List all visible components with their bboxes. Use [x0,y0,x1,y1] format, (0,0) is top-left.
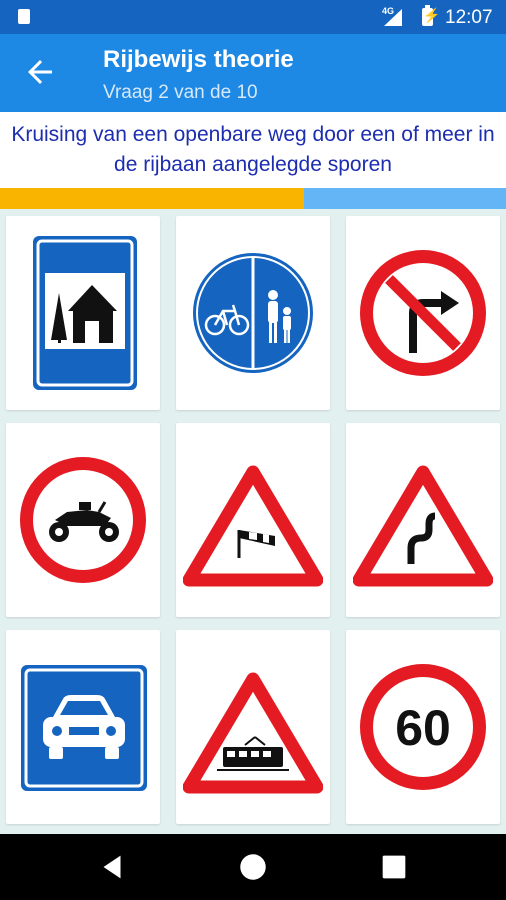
answer-option-2[interactable] [176,216,330,410]
back-arrow-icon[interactable] [22,54,58,90]
bicycle-pedestrian-path-sign-icon [190,250,316,376]
status-time: 12:07 [445,7,493,28]
motor-road-sign-icon [21,665,147,791]
app-title: Rijbewijs theorie [103,46,294,73]
answer-option-4[interactable] [6,423,160,617]
answer-option-1[interactable] [6,216,160,410]
sim-card-icon [18,9,30,24]
answer-option-6[interactable] [346,423,500,617]
no-quad-sign-icon [20,457,146,583]
progress-bar [0,188,506,209]
question-counter: Vraag 2 van de 10 [103,82,258,103]
question-text: Kruising van een openbare weg door een o… [0,112,506,188]
answer-option-5[interactable] [176,423,330,617]
holiday-house-sign-icon [33,236,137,390]
charging-icon: ⚡ [423,7,441,23]
speed-limit-value: 60 [395,700,451,756]
double-bend-warning-sign-icon [353,465,493,587]
home-nav-icon[interactable] [236,850,270,884]
progress-fill [0,188,304,209]
answer-option-9[interactable]: 60 [346,630,500,824]
network-type: 4G [382,6,395,16]
answer-option-7[interactable] [6,630,160,824]
answer-option-3[interactable] [346,216,500,410]
system-nav-bar [0,834,506,900]
back-nav-icon[interactable] [95,850,129,884]
side-wind-warning-sign-icon [183,465,323,587]
tram-crossing-warning-sign-icon [183,672,323,794]
recents-nav-icon[interactable] [377,850,411,884]
speed-limit-sign-icon: 60 [360,664,486,790]
answer-option-8[interactable] [176,630,330,824]
no-right-turn-sign-icon [360,250,486,376]
status-bar: 4G ⚡ 12:07 [0,0,506,34]
app-bar: Rijbewijs theorie Vraag 2 van de 10 [0,34,506,112]
